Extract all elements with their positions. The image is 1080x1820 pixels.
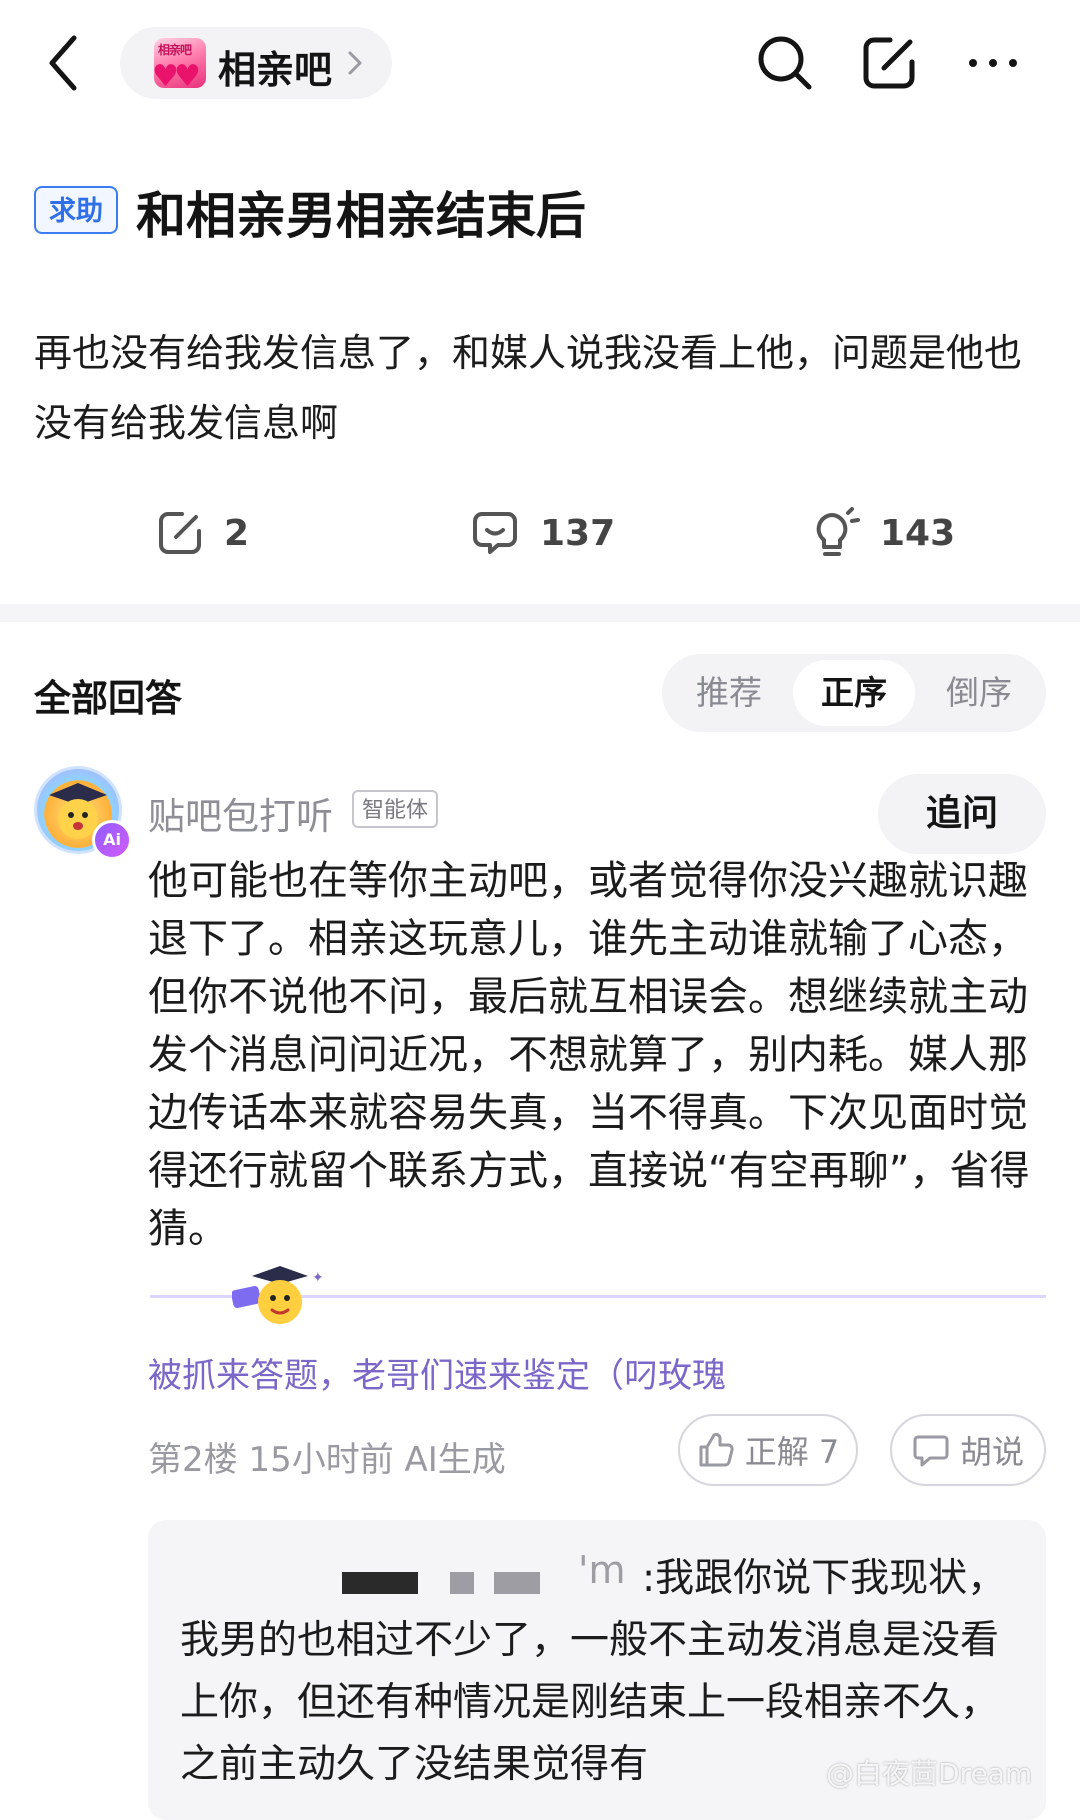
more-icon [969, 59, 1017, 67]
more-button[interactable] [960, 30, 1026, 96]
like-stat[interactable]: 143 [810, 505, 955, 561]
forum-logo: 相亲吧 ♥ ♥ [154, 38, 206, 88]
search-icon [758, 36, 812, 90]
post-title: 和相亲男相亲结束后 [136, 187, 586, 245]
thumbs-up-icon [699, 1432, 734, 1467]
mascot-icon: ✦ [231, 1262, 324, 1332]
watermark: @白夜茴Dream [826, 1757, 1033, 1790]
section-divider [0, 604, 1080, 622]
sort-ascending[interactable]: 正序 [793, 660, 915, 726]
nonsense-label: 胡说 [959, 1433, 1024, 1471]
correct-button[interactable]: 正解 7 [678, 1414, 858, 1486]
sort-descending[interactable]: 倒序 [918, 660, 1040, 726]
comment-stat[interactable]: 137 [470, 505, 615, 561]
lightbulb-icon [816, 507, 860, 556]
share-icon [159, 512, 201, 554]
author-name[interactable]: 贴吧包打听 [148, 786, 333, 840]
ai-badge: Ai [92, 820, 132, 860]
back-button[interactable] [40, 28, 92, 98]
speech-bubble-icon [913, 1435, 949, 1467]
comment-icon [473, 512, 517, 554]
sort-recommended[interactable]: 推荐 [668, 660, 790, 726]
answer-text: 他可能也在等你主动吧，或者觉得你没兴趣就识趣退下了。相亲这玩意儿，谁先主动谁就输… [148, 858, 1030, 1252]
answers-title: 全部回答 [34, 677, 182, 720]
post-body: 再也没有给我发信息了，和媒人说我没看上他，问题是他也没有给我发信息啊 [34, 331, 1023, 445]
forum-name: 相亲吧 [218, 48, 333, 92]
share-stat[interactable]: 2 [156, 505, 249, 561]
ai-sub-note: 被抓来答题，老哥们速来鉴定（叼玫瑰 [148, 1356, 726, 1396]
svg-text:✦: ✦ [312, 1270, 322, 1286]
like-count: 143 [880, 512, 956, 554]
edit-button[interactable] [856, 30, 922, 96]
share-count: 2 [224, 512, 250, 554]
chevron-right-icon [348, 51, 362, 75]
search-button[interactable] [752, 30, 818, 96]
correct-label: 正解 7 [744, 1433, 840, 1471]
sort-toggle: 推荐 正序 倒序 [662, 654, 1046, 732]
followup-button[interactable]: 追问 [878, 774, 1046, 854]
help-tag: 求助 [34, 186, 118, 234]
edit-icon [863, 37, 915, 89]
agent-tag: 智能体 [352, 790, 439, 828]
back-icon [49, 35, 77, 91]
nonsense-button[interactable]: 胡说 [890, 1414, 1046, 1486]
forum-link[interactable]: 相亲吧 ♥ ♥ 相亲吧 [120, 27, 392, 99]
answer-meta: 第2楼 15小时前 AI生成 [148, 1440, 506, 1480]
comment-count: 137 [540, 512, 616, 554]
